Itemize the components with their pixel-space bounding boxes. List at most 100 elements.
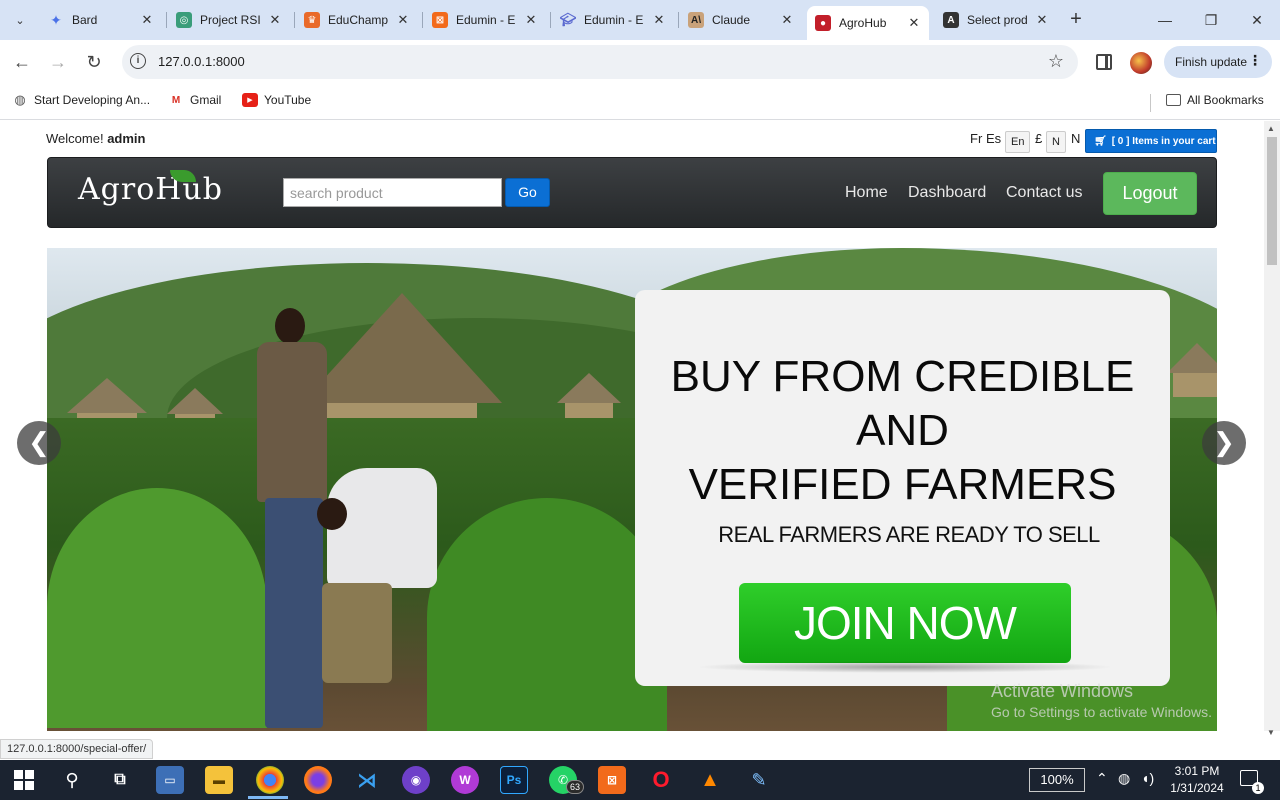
file-explorer-icon[interactable]: ▬ xyxy=(205,766,233,794)
paint-icon[interactable]: ✎ xyxy=(745,766,773,794)
carousel-next-icon[interactable]: ❯ xyxy=(1202,421,1246,465)
bookmarks-divider xyxy=(1150,94,1151,112)
welcome-text: Welcome! admin xyxy=(46,131,146,146)
tab-edumin-1[interactable]: ⊠ Edumin - E ✕ xyxy=(424,6,546,34)
lang-en-button[interactable]: En xyxy=(1005,131,1031,153)
windows-start-icon[interactable] xyxy=(14,770,34,790)
show-hidden-icons-icon[interactable]: ⌃ xyxy=(1096,770,1108,787)
minimize-window-icon[interactable]: — xyxy=(1142,0,1188,40)
graduation-cap-icon: 🎓︎ xyxy=(559,12,577,27)
restore-window-icon[interactable]: ❐ xyxy=(1188,0,1234,40)
tab-select-product[interactable]: A Select prod ✕ xyxy=(935,6,1057,34)
tab-edumin-2[interactable]: 🎓︎ Edumin - E ✕ xyxy=(552,6,674,34)
vscode-icon[interactable]: ⋊ xyxy=(353,766,381,794)
close-tab-icon[interactable]: ✕ xyxy=(1035,12,1049,28)
close-tab-icon[interactable]: ✕ xyxy=(396,12,410,28)
nav-home-link[interactable]: Home xyxy=(845,184,888,202)
search-go-button[interactable]: Go xyxy=(505,178,550,207)
zoom-level-indicator[interactable]: 100% xyxy=(1029,768,1085,792)
bookmark-start-developing[interactable]: ◍ Start Developing An... xyxy=(12,92,150,107)
bookmarks-bar: ◍ Start Developing An... M Gmail ▶ YouTu… xyxy=(0,84,1280,120)
tab-project-rsi[interactable]: ◎ Project RSI ✕ xyxy=(168,6,290,34)
address-url[interactable]: 127.0.0.1:8000 xyxy=(158,54,245,69)
windows-taskbar: ⚲ ⧉ ▭ ▬ ⋊ ◉ W Ps ✆ 63 ⊠ O ▲ ✎ 100% ⌃ ◍ ◖… xyxy=(0,760,1280,800)
promo-card: BUY FROM CREDIBLE AND VERIFIED FARMERS R… xyxy=(635,290,1170,686)
task-view-icon[interactable]: ⧉ xyxy=(106,766,134,794)
side-panel-icon[interactable] xyxy=(1096,54,1112,70)
chatgpt-icon: ◎ xyxy=(176,12,192,28)
nav-dashboard-link[interactable]: Dashboard xyxy=(908,184,986,202)
anthropic-icon: A\ xyxy=(688,12,704,28)
close-tab-icon[interactable]: ✕ xyxy=(652,12,666,28)
reload-icon[interactable]: ↻ xyxy=(82,50,106,74)
firefox-icon[interactable] xyxy=(304,766,332,794)
letter-a-icon: A xyxy=(943,12,959,28)
github-desktop-icon[interactable]: ◉ xyxy=(402,766,430,794)
currency-pound-link[interactable]: £ xyxy=(1035,131,1042,146)
opera-icon[interactable]: O xyxy=(647,766,675,794)
logout-button[interactable]: Logout xyxy=(1103,172,1197,215)
w-app-icon[interactable]: W xyxy=(451,766,479,794)
currency-n-link[interactable]: N xyxy=(1071,131,1080,146)
close-window-icon[interactable]: ✕ xyxy=(1234,0,1280,40)
join-now-button[interactable]: JOIN NOW xyxy=(739,583,1071,663)
system-clock[interactable]: 3:01 PM 1/31/2024 xyxy=(1166,763,1228,797)
photoshop-icon[interactable]: Ps xyxy=(500,766,528,794)
tab-educhamp[interactable]: ♛ EduChamp ✕ xyxy=(296,6,418,34)
username: admin xyxy=(107,131,146,146)
cart-icon: 🛒︎ xyxy=(1094,135,1107,147)
new-tab-plus-icon[interactable]: + xyxy=(1064,8,1088,32)
cart-button[interactable]: 🛒︎ [ 0 ] Items in your cart xyxy=(1085,129,1217,153)
tab-separator xyxy=(422,12,423,28)
network-globe-icon[interactable]: ◍ xyxy=(1118,770,1130,787)
bookmark-youtube[interactable]: ▶ YouTube xyxy=(242,93,311,107)
bookmark-star-icon[interactable]: ☆ xyxy=(1048,51,1064,72)
tab-separator xyxy=(294,12,295,28)
vlc-icon[interactable]: ▲ xyxy=(696,766,724,794)
tab-bard[interactable]: ✦ Bard ✕ xyxy=(40,6,162,34)
gmail-icon: M xyxy=(171,94,181,106)
scroll-up-icon[interactable]: ▲ xyxy=(1267,124,1275,133)
scroll-down-icon[interactable]: ▼ xyxy=(1267,728,1275,737)
tab-separator xyxy=(166,12,167,28)
search-input[interactable] xyxy=(283,178,502,207)
tab-claude[interactable]: A\ Claude ✕ xyxy=(680,6,802,34)
scrollbar-thumb[interactable] xyxy=(1267,137,1277,265)
all-bookmarks-button[interactable]: All Bookmarks xyxy=(1166,93,1264,107)
farmer-bending xyxy=(317,468,437,728)
page-scrollbar[interactable]: ▲ ▼ xyxy=(1264,121,1280,737)
lang-fr-link[interactable]: Fr xyxy=(970,131,982,146)
windows-activation-watermark: Activate Windows Go to Settings to activ… xyxy=(991,681,1212,720)
edumin-icon: ⊠ xyxy=(432,12,448,28)
tab-search-chevron-icon[interactable]: ⌄ xyxy=(8,8,32,32)
nav-contact-link[interactable]: Contact us xyxy=(1006,184,1082,202)
chrome-icon[interactable] xyxy=(256,766,284,794)
join-button-shadow xyxy=(695,661,1115,673)
close-tab-icon[interactable]: ✕ xyxy=(268,12,282,28)
finish-update-button[interactable]: Finish update ⋮ xyxy=(1164,46,1272,78)
agrohub-logo[interactable]: AgroHub xyxy=(78,170,223,207)
close-tab-icon[interactable]: ✕ xyxy=(907,15,921,31)
lang-es-link[interactable]: Es xyxy=(986,131,1001,146)
computer-app-icon[interactable]: ▭ xyxy=(156,766,184,794)
profile-avatar[interactable] xyxy=(1130,52,1152,74)
kebab-menu-icon[interactable]: ⋮ xyxy=(1248,52,1262,69)
carousel-prev-icon[interactable]: ❮ xyxy=(17,421,61,465)
site-info-icon[interactable]: i xyxy=(130,53,146,69)
forward-arrow-icon[interactable]: → xyxy=(46,50,70,74)
browser-tab-strip: ⌄ ✦ Bard ✕ ◎ Project RSI ✕ ♛ EduChamp ✕ … xyxy=(0,0,1280,40)
search-icon[interactable]: ⚲ xyxy=(58,766,86,794)
address-bar[interactable]: i 127.0.0.1:8000 ☆ xyxy=(122,45,1078,79)
close-tab-icon[interactable]: ✕ xyxy=(524,12,538,28)
site-navbar: AgroHub Go Home Dashboard Contact us Log… xyxy=(47,157,1217,228)
currency-n-button[interactable]: N xyxy=(1046,131,1066,153)
close-tab-icon[interactable]: ✕ xyxy=(780,12,794,28)
xampp-icon[interactable]: ⊠ xyxy=(598,766,626,794)
close-tab-icon[interactable]: ✕ xyxy=(140,12,154,28)
bookmark-gmail[interactable]: M Gmail xyxy=(168,93,222,107)
back-arrow-icon[interactable]: ← xyxy=(10,50,34,74)
link-status-bar: 127.0.0.1:8000/special-offer/ xyxy=(0,739,154,759)
tab-separator xyxy=(678,12,679,28)
volume-icon[interactable]: ◖) xyxy=(1141,770,1154,786)
tab-agrohub[interactable]: ● AgroHub ✕ xyxy=(807,6,929,40)
